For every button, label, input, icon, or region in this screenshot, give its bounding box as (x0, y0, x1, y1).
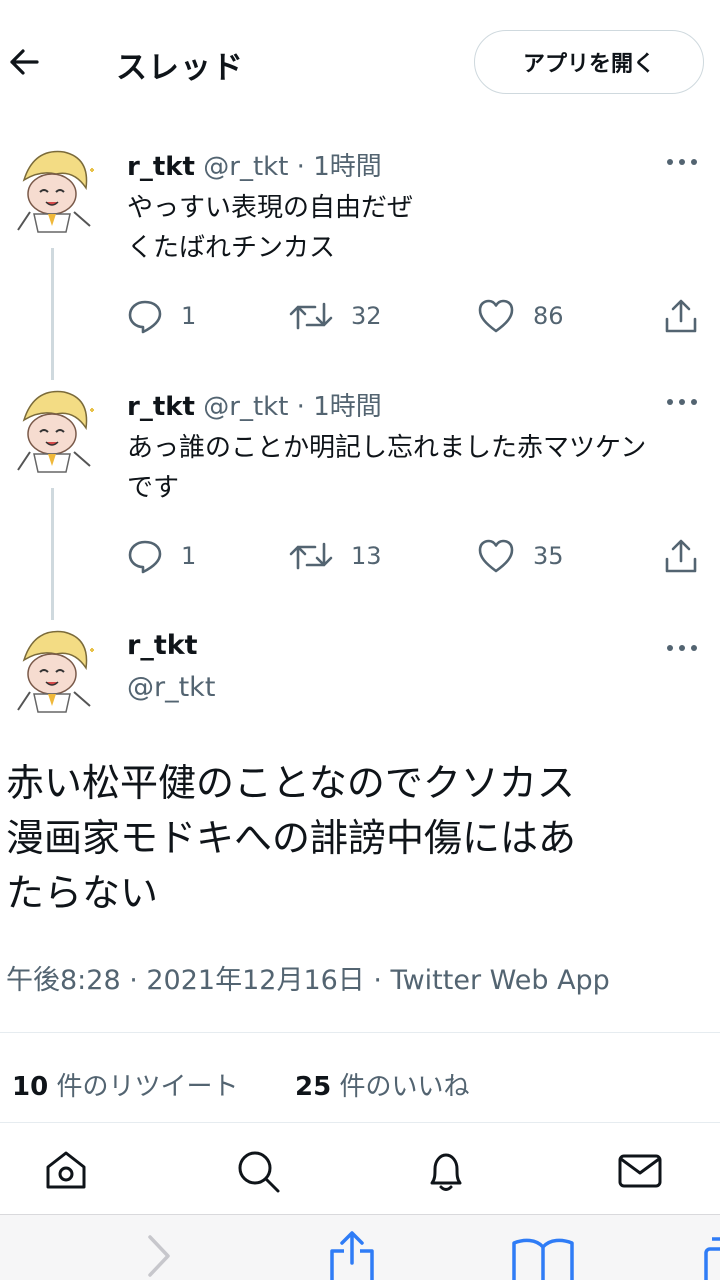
separator: · (296, 152, 305, 182)
handle[interactable]: @r_tkt (127, 672, 215, 703)
thread-connector (51, 612, 54, 620)
share-sheet-button[interactable] (328, 1229, 376, 1280)
retweet-icon (289, 542, 333, 570)
tab-notifications[interactable] (420, 1145, 472, 1197)
display-name[interactable]: r_tkt (127, 392, 195, 422)
timestamp[interactable]: 1時間 (313, 392, 382, 422)
like-total: 25 (295, 1072, 332, 1102)
tweet-line: たらない (6, 871, 159, 915)
forward-button[interactable] (146, 1233, 172, 1280)
top-bar: スレッド アプリを開く (0, 0, 720, 120)
chevron-right-icon (148, 1235, 170, 1277)
back-arrow-icon (10, 49, 39, 75)
like-stat[interactable]: 25 件のいいね (295, 1072, 469, 1102)
reply-button[interactable]: 1 (127, 534, 196, 578)
book-icon (512, 1238, 574, 1280)
browser-toolbar (0, 1214, 720, 1280)
tweet-meta[interactable]: 午後8:28 · 2021年12月16日 · Twitter Web App (6, 958, 610, 997)
bell-icon (430, 1153, 462, 1191)
timestamp[interactable]: 1時間 (313, 152, 382, 182)
retweet-button[interactable]: 32 (289, 294, 382, 338)
tweet-actions: 1 13 35 (127, 534, 707, 578)
tweet-line: 漫画家モドキへの誹謗中傷にはあ (6, 816, 577, 860)
share-button[interactable] (663, 294, 717, 338)
more-button[interactable] (664, 152, 700, 172)
like-count: 86 (533, 302, 564, 330)
avatar-image (5, 141, 99, 235)
like-button[interactable]: 35 (477, 534, 564, 578)
thread-connector (51, 248, 54, 372)
share-icon (665, 299, 697, 333)
reply-icon (128, 540, 162, 574)
reply-icon (128, 300, 162, 334)
heart-icon (478, 539, 514, 573)
more-dots-icon (667, 645, 697, 651)
tweet-header: r_tkt @r_tkt · 1時間 (127, 146, 382, 183)
handle[interactable]: @r_tkt (203, 392, 288, 422)
avatar-image (5, 381, 99, 475)
tabs-button[interactable] (700, 1235, 720, 1280)
thread-connector (51, 488, 54, 612)
avatar[interactable] (4, 380, 100, 476)
retweet-button[interactable]: 13 (289, 534, 382, 578)
tweet-line: くたばれチンカス (127, 233, 336, 263)
tweet-header: r_tkt @r_tkt · 1時間 (127, 386, 382, 423)
tweet-line: やっすい表現の自由だぜ (127, 193, 414, 223)
tweet-text: あっ誰のことか明記し忘れました赤マツケン です (127, 428, 707, 508)
search-icon (238, 1151, 280, 1193)
share-icon (665, 539, 697, 573)
reply-count: 1 (181, 302, 197, 330)
retweet-total-label: 件のリツイート (56, 1072, 239, 1102)
heart-icon (478, 299, 514, 333)
reply-count: 1 (181, 542, 197, 570)
display-name[interactable]: r_tkt (127, 152, 195, 182)
avatar-image (5, 621, 99, 715)
more-button[interactable] (664, 392, 700, 412)
reply-button[interactable]: 1 (127, 294, 196, 338)
display-name[interactable]: r_tkt (127, 630, 198, 661)
retweet-icon (289, 302, 333, 330)
like-total-label: 件のいいね (339, 1072, 470, 1102)
avatar[interactable] (4, 620, 100, 716)
more-dots-icon (667, 399, 697, 405)
handle[interactable]: @r_tkt (203, 152, 288, 182)
retweet-count: 32 (351, 302, 382, 330)
more-dots-icon (667, 159, 697, 165)
bottom-tab-bar (0, 1122, 720, 1214)
tweet-line: 赤い松平健のことなのでクソカス (6, 761, 575, 805)
tab-home[interactable] (40, 1145, 92, 1197)
bookmarks-button[interactable] (510, 1235, 576, 1280)
tab-search[interactable] (232, 1145, 284, 1197)
share-button[interactable] (663, 534, 717, 578)
mail-icon (618, 1154, 662, 1188)
engagement-stats: 10 件のリツイート 25 件のいいね (12, 1066, 469, 1103)
tweet-line: です (127, 473, 180, 503)
tab-messages[interactable] (614, 1145, 666, 1197)
tweet-actions: 1 32 86 (127, 294, 707, 338)
tabs-icon (704, 1237, 720, 1280)
more-button[interactable] (664, 638, 700, 658)
thread-connector (51, 372, 54, 380)
like-button[interactable]: 86 (477, 294, 564, 338)
retweet-total: 10 (12, 1072, 49, 1102)
retweet-count: 13 (351, 542, 382, 570)
tweet-line: あっ誰のことか明記し忘れました赤マツケン (127, 433, 647, 463)
avatar[interactable] (4, 140, 100, 236)
divider (0, 1032, 720, 1033)
retweet-stat[interactable]: 10 件のリツイート (12, 1072, 247, 1102)
tweet-text: 赤い松平健のことなのでクソカス 漫画家モドキへの誹謗中傷にはあ たらない (6, 756, 706, 921)
back-button[interactable] (4, 40, 44, 84)
separator: · (296, 392, 305, 422)
open-app-button[interactable]: アプリを開く (474, 30, 704, 94)
page-title: スレッド (116, 50, 244, 86)
like-count: 35 (533, 542, 564, 570)
tweet-text: やっすい表現の自由だぜ くたばれチンカス (127, 188, 707, 268)
home-icon (46, 1151, 86, 1189)
share-icon (330, 1231, 374, 1280)
